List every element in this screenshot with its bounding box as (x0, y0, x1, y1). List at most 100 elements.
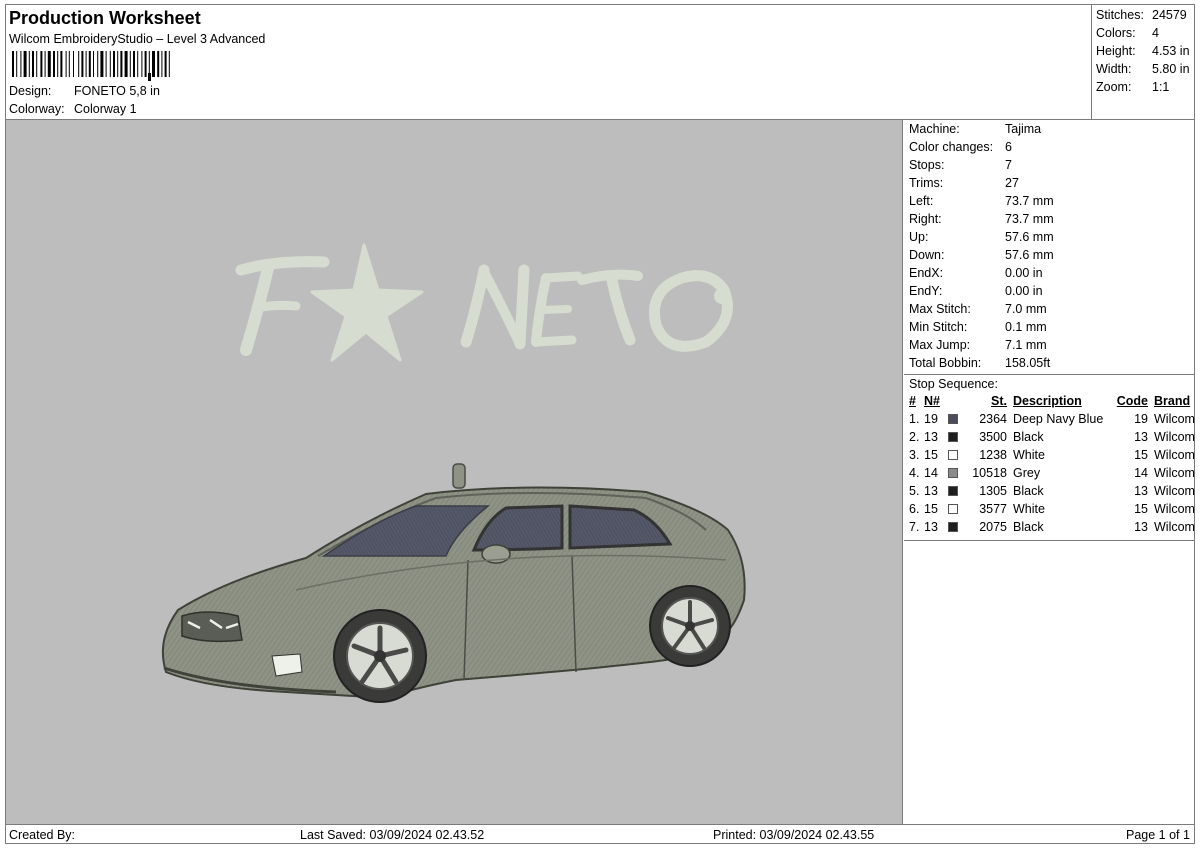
table-row: 1. 19 2364 Deep Navy Blue 19 Wilcom (904, 410, 1195, 428)
machine-label: Max Jump: (909, 338, 971, 352)
table-row: 5. 13 1305 Black 13 Wilcom (904, 482, 1195, 500)
thread-brand: Wilcom (1154, 448, 1195, 462)
printed-date: Printed: 03/09/2024 02.43.55 (713, 828, 875, 842)
stitch-count: 1305 (979, 484, 1007, 498)
needle-number: 13 (924, 484, 938, 498)
machine-value: 7.1 mm (1005, 338, 1047, 352)
stop-number: 5. (909, 484, 920, 498)
machine-label: Max Stitch: (909, 302, 971, 316)
design-row: Design: FONETO 5,8 in (9, 84, 160, 98)
table-row: 2. 13 3500 Black 13 Wilcom (904, 428, 1195, 446)
needle-number: 15 (924, 502, 938, 516)
stop-number: 7. (909, 520, 920, 534)
thread-brand: Wilcom (1154, 502, 1195, 516)
thread-brand: Wilcom (1154, 520, 1195, 534)
foneto-lettering (235, 243, 733, 362)
summary-width: Width: 5.80 in (1096, 62, 1190, 76)
color-code: 19 (1134, 412, 1148, 426)
machine-row: Max Jump: 7.1 mm (904, 336, 1194, 354)
machine-label: Stops: (909, 158, 945, 172)
stop-sequence-title: Stop Sequence: (904, 374, 1194, 392)
table-row: 6. 15 3577 White 15 Wilcom (904, 500, 1195, 518)
machine-label: Color changes: (909, 140, 994, 154)
machine-label: Min Stitch: (909, 320, 968, 334)
machine-value: 0.1 mm (1005, 320, 1047, 334)
machine-row: Color changes: 6 (904, 138, 1194, 156)
needle-number: 13 (924, 520, 938, 534)
color-description: Grey (1013, 466, 1041, 480)
thread-brand: Wilcom (1154, 484, 1195, 498)
stop-number: 3. (909, 448, 920, 462)
stop-sequence-table: # N# St. Description Code Brand 1. 19 2364… (904, 392, 1195, 536)
summary-colors: Colors: 4 (1096, 26, 1159, 40)
stitch-count: 3500 (979, 430, 1007, 444)
color-swatch (948, 450, 958, 460)
color-swatch (948, 486, 958, 496)
summary-box: Stitches: 24579 Colors: 4 Height: 4.53 in W… (1091, 5, 1195, 119)
color-swatch (948, 468, 958, 478)
machine-value: 27 (1005, 176, 1019, 190)
machine-value: 0.00 in (1005, 266, 1043, 280)
color-code: 15 (1134, 502, 1148, 516)
machine-label: Trims: (909, 176, 944, 190)
stop-sequence-header: # N# St. Description Code Brand (909, 394, 1191, 408)
color-description: White (1013, 448, 1045, 462)
created-by: Created By: (9, 828, 76, 842)
machine-value: 57.6 mm (1005, 230, 1054, 244)
thread-brand: Wilcom (1154, 412, 1195, 426)
summary-zoom: Zoom: 1:1 (1096, 80, 1170, 94)
machine-value: 73.7 mm (1005, 194, 1054, 208)
design-value: FONETO 5,8 in (74, 84, 160, 98)
design-label: Design: (9, 84, 52, 98)
stitch-count: 2364 (979, 412, 1007, 426)
colorway-row: Colorway: Colorway 1 (9, 102, 137, 116)
needle-number: 15 (924, 448, 938, 462)
color-description: Black (1013, 484, 1044, 498)
color-swatch (948, 432, 958, 442)
machine-value: 73.7 mm (1005, 212, 1054, 226)
table-row: 3. 15 1238 White 15 Wilcom (904, 446, 1195, 464)
machine-row: Max Stitch: 7.0 mm (904, 300, 1194, 318)
machine-label: EndY: (909, 284, 943, 298)
machine-row: Total Bobbin: 158.05ft (904, 354, 1194, 372)
worksheet-footer: Created By: Last Saved: 03/09/2024 02.43… (6, 824, 1194, 844)
machine-label: Right: (909, 212, 942, 226)
machine-row: EndX: 0.00 in (904, 264, 1194, 282)
color-swatch (948, 522, 958, 532)
color-code: 15 (1134, 448, 1148, 462)
page-number: Page 1 of 1 (1126, 828, 1190, 842)
stop-number: 6. (909, 502, 920, 516)
needle-number: 14 (924, 466, 938, 480)
color-code: 13 (1134, 430, 1148, 444)
machine-row: Right: 73.7 mm (904, 210, 1194, 228)
machine-row: EndY: 0.00 in (904, 282, 1194, 300)
color-swatch (948, 504, 958, 514)
machine-value: Tajima (1005, 122, 1042, 136)
colorway-label: Colorway: (9, 102, 65, 116)
color-code: 14 (1134, 466, 1148, 480)
divider (904, 540, 1194, 541)
machine-row: Machine: Tajima (904, 120, 1194, 138)
machine-label: Machine: (909, 122, 960, 136)
machine-value: 158.05ft (1005, 356, 1051, 370)
table-row: 7. 13 2075 Black 13 Wilcom (904, 518, 1195, 536)
machine-label: Left: (909, 194, 934, 208)
machine-row: Trims: 27 (904, 174, 1194, 192)
car-embroidery (161, 463, 746, 703)
machine-value: 7.0 mm (1005, 302, 1047, 316)
machine-row: Up: 57.6 mm (904, 228, 1194, 246)
color-swatch (948, 414, 958, 424)
machine-label: Total Bobbin: (909, 356, 982, 370)
machine-label: EndX: (909, 266, 944, 280)
machine-value: 57.6 mm (1005, 248, 1054, 262)
worksheet-header: Production Worksheet Wilcom EmbroiderySt… (6, 5, 1091, 119)
last-saved: Last Saved: 03/09/2024 02.43.52 (300, 828, 485, 842)
machine-row: Stops: 7 (904, 156, 1194, 174)
software-name: Wilcom EmbroideryStudio – Level 3 Advanc… (9, 32, 266, 46)
machine-label: Down: (909, 248, 945, 262)
summary-height: Height: 4.53 in (1096, 44, 1190, 58)
needle-number: 19 (924, 412, 938, 426)
stop-number: 1. (909, 412, 920, 426)
thread-brand: Wilcom (1154, 466, 1195, 480)
page-title: Production Worksheet (9, 8, 201, 28)
